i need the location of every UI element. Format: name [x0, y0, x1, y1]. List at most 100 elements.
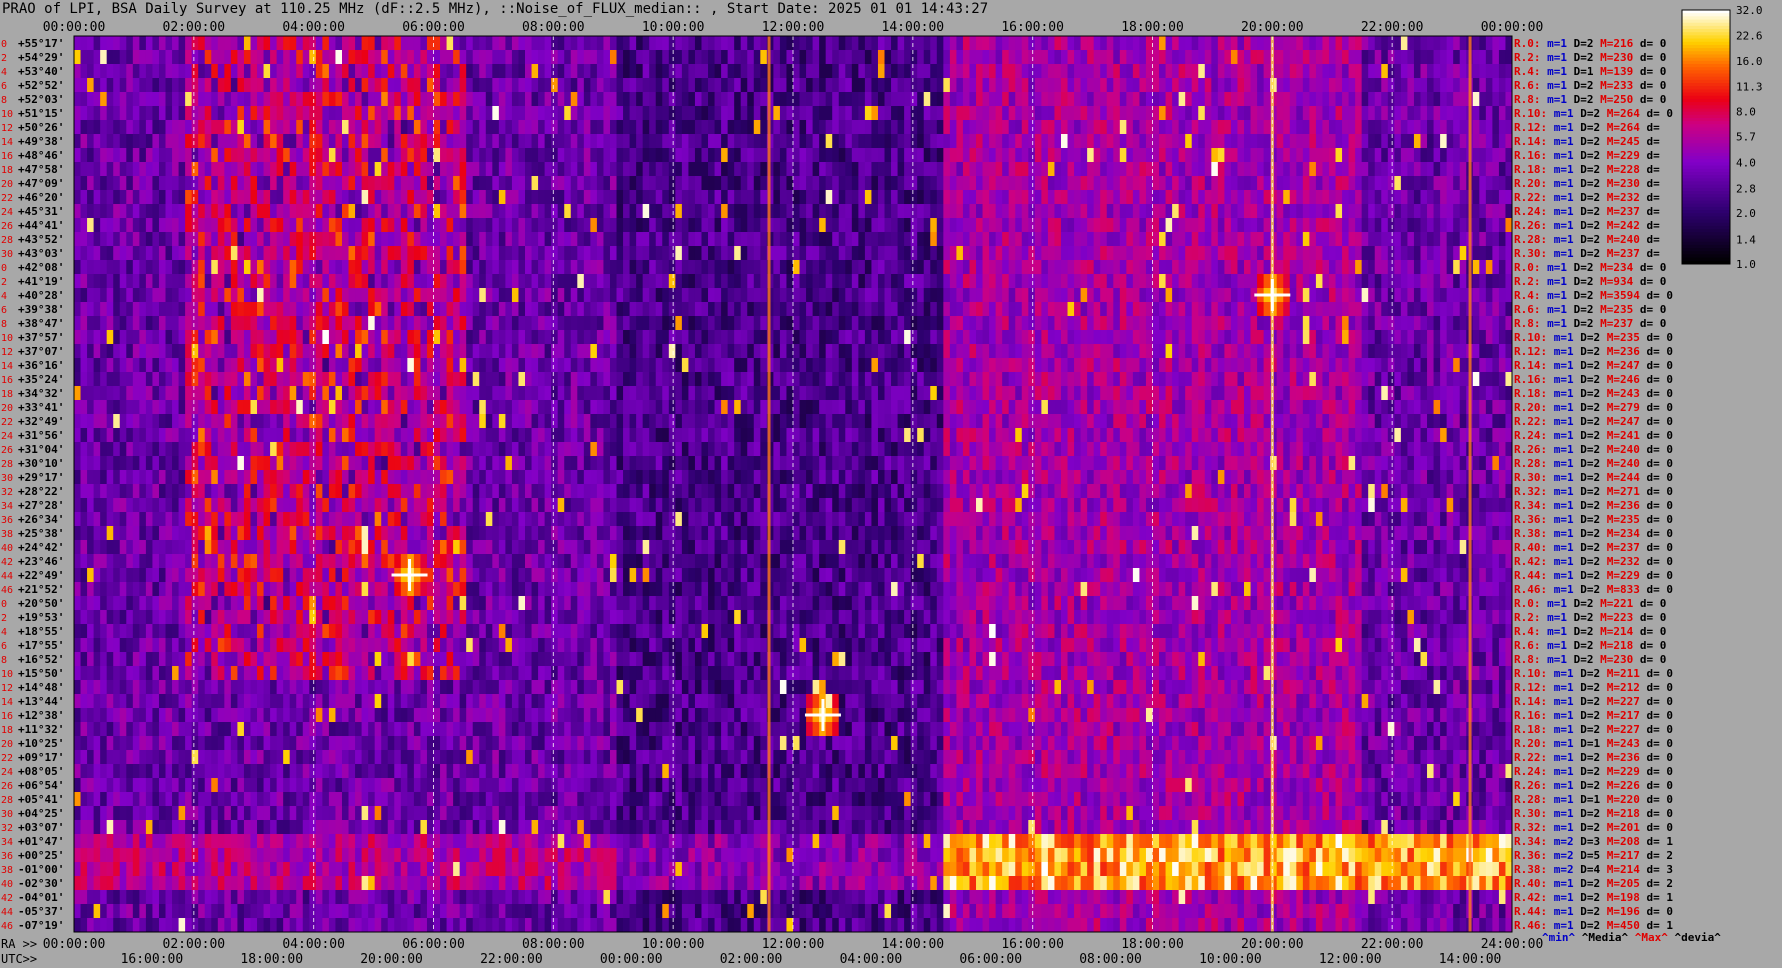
heatmap-cell — [609, 246, 617, 261]
heatmap-cell — [263, 64, 271, 79]
heatmap-cell — [590, 344, 598, 359]
heatmap-cell — [551, 162, 559, 177]
heatmap-cell — [1250, 92, 1258, 107]
heatmap-cell — [688, 260, 696, 275]
heatmap-cell — [257, 64, 264, 79]
heatmap-cell — [250, 246, 258, 261]
heatmap-cell — [1152, 190, 1160, 205]
heatmap-cell — [237, 190, 245, 205]
heatmap-cell — [917, 92, 925, 107]
heatmap-cell — [544, 344, 552, 359]
heatmap-cell — [1002, 260, 1010, 275]
heatmap-cell — [1479, 92, 1487, 107]
heatmap-cell — [348, 316, 356, 331]
heatmap-cell — [1060, 148, 1068, 163]
heatmap-cell — [270, 92, 278, 107]
heatmap-cell — [1008, 288, 1016, 303]
heatmap-cell — [178, 316, 186, 331]
heatmap-cell — [1289, 120, 1297, 135]
heatmap-cell — [191, 92, 199, 107]
heatmap-cell — [806, 218, 814, 233]
heatmap-cell — [191, 232, 199, 247]
heatmap-cell — [609, 190, 617, 205]
heatmap-cell — [296, 176, 304, 191]
heatmap-cell — [185, 162, 193, 177]
heatmap-cell — [1067, 302, 1075, 317]
heatmap-cell — [113, 246, 121, 261]
heatmap-cell — [381, 232, 389, 247]
heatmap-cell — [139, 330, 147, 345]
heatmap-cell — [1296, 134, 1304, 149]
heatmap-cell — [1315, 260, 1323, 275]
heatmap-cell — [995, 274, 1003, 289]
heatmap-cell — [1139, 232, 1147, 247]
heatmap-cell — [603, 330, 611, 345]
heatmap-cell — [145, 64, 153, 79]
heatmap-cell — [1139, 260, 1147, 275]
heatmap-cell — [407, 204, 415, 219]
heatmap-cell — [897, 50, 905, 65]
heatmap-cell — [989, 232, 997, 247]
heatmap-cell — [178, 176, 186, 191]
heatmap-cell — [361, 316, 369, 331]
heatmap-cell — [230, 120, 238, 135]
heatmap-cell — [897, 176, 905, 191]
heatmap-cell — [753, 36, 761, 51]
heatmap-cell — [1420, 92, 1428, 107]
heatmap-cell — [158, 120, 166, 135]
heatmap-cell — [923, 330, 931, 345]
heatmap-cell — [1309, 36, 1317, 51]
heatmap-cell — [564, 316, 572, 331]
heatmap-cell — [387, 64, 395, 79]
heatmap-cell — [1211, 316, 1219, 331]
heatmap-cell — [289, 204, 297, 219]
heatmap-cell — [296, 330, 304, 345]
heatmap-cell — [315, 316, 323, 331]
heatmap-cell — [374, 204, 382, 219]
heatmap-cell — [969, 134, 977, 149]
heatmap-cell — [1087, 204, 1095, 219]
heatmap-cell — [165, 288, 173, 303]
heatmap-cell — [583, 148, 591, 163]
heatmap-cell — [1132, 162, 1140, 177]
heatmap-cell — [832, 50, 840, 65]
heatmap-cell — [152, 92, 160, 107]
heatmap-cell — [381, 134, 389, 149]
heatmap-cell — [394, 78, 402, 93]
heatmap-cell — [727, 316, 735, 331]
heatmap-cell — [276, 260, 284, 275]
heatmap-cell — [276, 50, 284, 65]
heatmap-cell — [721, 232, 729, 247]
heatmap-cell — [1021, 92, 1029, 107]
heatmap-cell — [387, 218, 395, 233]
heatmap-cell — [446, 36, 454, 51]
heatmap-cell — [917, 78, 925, 93]
heatmap-cell — [1381, 232, 1389, 247]
heatmap-cell — [348, 190, 356, 205]
heatmap-cell — [616, 302, 624, 317]
heatmap-cell — [1394, 190, 1402, 205]
heatmap-cell — [1492, 302, 1500, 317]
heatmap-cell — [158, 260, 166, 275]
heatmap-cell — [368, 316, 376, 331]
heatmap-cell — [518, 302, 526, 317]
heatmap-cell — [1178, 316, 1186, 331]
heatmap-cell — [799, 36, 807, 51]
heatmap-cell — [74, 218, 81, 233]
heatmap-cell — [341, 260, 349, 275]
heatmap-cell — [479, 302, 487, 317]
heatmap-cell — [1113, 148, 1121, 163]
heatmap-cell — [877, 64, 885, 79]
heatmap-cell — [1191, 246, 1199, 261]
heatmap-cell — [544, 246, 552, 261]
heatmap-cell — [158, 302, 166, 317]
heatmap-cell — [662, 64, 670, 79]
heatmap-cell — [806, 232, 814, 247]
heatmap-cell — [969, 232, 977, 247]
heatmap-cell — [1381, 260, 1389, 275]
heatmap-cell — [577, 148, 585, 163]
heatmap-cell — [237, 106, 245, 121]
heatmap-cell — [1361, 302, 1369, 317]
heatmap-cell — [538, 204, 546, 219]
heatmap-cell — [773, 190, 781, 205]
